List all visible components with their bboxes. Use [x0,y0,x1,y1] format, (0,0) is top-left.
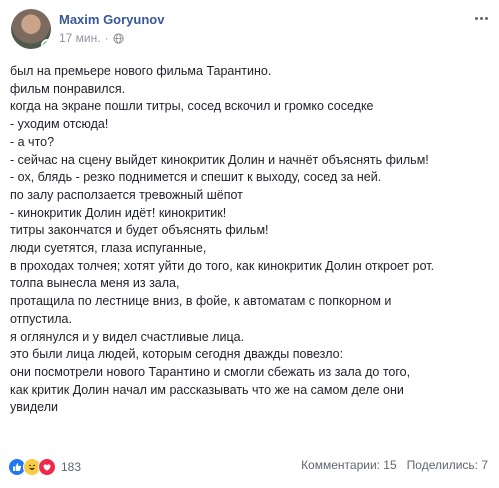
post-stats: Комментарии: 15 Поделились: 7 [301,458,488,472]
globe-icon[interactable] [112,32,124,44]
post-text: был на премьере нового фильма Тарантино.… [10,63,492,417]
post-text-line: они посмотрели нового Тарантино и смогли… [10,364,411,379]
post-text-line: - сейчас на сцену выйдет кинокритик Доли… [10,152,429,167]
post-text-line: это были лица людей, которым сегодня два… [10,347,344,362]
post-text-line: люди суетятся, глаза испуганные, [10,241,207,256]
post-meta: 17 мин. · [59,31,124,45]
post-text-line: протащила по лестнице вниз, в фойе, к ав… [10,294,392,309]
post-text-line: по залу расползается тревожный шёпот [10,187,243,202]
more-icon [474,16,478,20]
post-text-line: как критик Долин начал им рассказывать ч… [10,382,404,397]
post-text-line: отпустила. [10,311,72,326]
post-text-line: когда на экране пошли титры, сосед вскоч… [10,99,374,114]
facebook-post: Maxim Goryunov 17 мин. · был на премьере… [0,0,499,488]
post-text-line: - ох, блядь - резко поднимется и спешит … [10,170,382,185]
post-text-line: - уходим отсюда! [10,117,109,132]
post-text-line: толпа вынесла меня из зала, [10,276,180,291]
post-text-line: - а что? [10,134,55,149]
meta-separator: · [104,31,109,45]
reaction-count[interactable]: 183 [61,460,81,474]
avatar[interactable] [11,9,51,49]
more-options-button[interactable] [471,11,491,25]
post-text-line: в проходах толчея; хотят уйти до того, к… [10,258,435,273]
post-text-line: был на премьере нового фильма Тарантино. [10,64,272,78]
post-text-line: - кинокритик Долин идёт! кинокритик! [10,205,227,220]
love-icon [38,458,56,476]
reactions-summary[interactable]: 183 [8,458,81,476]
shares-count-link[interactable]: Поделились: 7 [407,458,488,472]
post-text-line: я оглянулся и у видел счастливые лица. [10,329,245,344]
online-status-indicator [41,39,51,49]
post-footer: 183 Комментарии: 15 Поделились: 7 [8,458,488,478]
post-text-line: титры закончатся и будет объяснять фильм… [10,223,269,238]
post-text-line: фильм понравился. [10,81,126,96]
comments-count-link[interactable]: Комментарии: 15 [301,458,397,472]
post-text-line: увидели [10,400,58,415]
author-name[interactable]: Maxim Goryunov [59,12,164,27]
post-header: Maxim Goryunov 17 мин. · [11,9,491,53]
post-timestamp[interactable]: 17 мин. [59,31,101,45]
